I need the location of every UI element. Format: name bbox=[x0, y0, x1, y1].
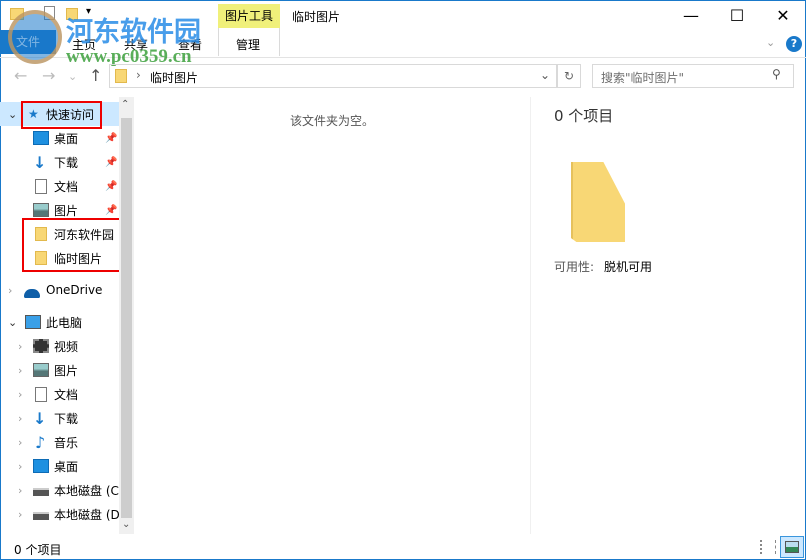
nav-label: 图片 bbox=[54, 203, 79, 218]
chevron-down-icon[interactable]: ⌄ bbox=[8, 316, 17, 329]
chevron-right-icon[interactable]: › bbox=[18, 412, 22, 425]
status-item-count: 0 个项目 bbox=[14, 543, 62, 557]
forward-button[interactable]: → bbox=[42, 66, 55, 85]
nav-item-downloads[interactable]: ↓ 下载 📌 bbox=[0, 150, 119, 174]
nav-label: 视频 bbox=[54, 339, 79, 354]
chevron-right-icon[interactable]: › bbox=[18, 388, 22, 401]
close-button[interactable]: ✕ bbox=[760, 0, 806, 30]
context-tab-picture-tools: 图片工具 bbox=[218, 4, 280, 28]
chevron-right-icon[interactable]: › bbox=[18, 340, 22, 353]
music-icon: ♪ bbox=[35, 432, 46, 452]
pin-icon: 📌 bbox=[105, 204, 118, 216]
maximize-button[interactable]: ☐ bbox=[714, 0, 760, 30]
folder-icon bbox=[115, 69, 127, 83]
scrollbar-thumb[interactable] bbox=[121, 118, 132, 518]
chevron-down-icon[interactable]: ⌄ bbox=[8, 108, 17, 121]
preview-divider bbox=[530, 97, 531, 534]
nav-label: 文档 bbox=[54, 179, 79, 194]
help-icon[interactable]: ? bbox=[786, 36, 802, 52]
availability-value: 脱机可用 bbox=[604, 260, 653, 274]
drive-icon bbox=[33, 512, 49, 520]
nav-item-desktop[interactable]: 桌面 📌 bbox=[0, 126, 119, 150]
nav-label: 图片 bbox=[54, 363, 79, 378]
document-icon bbox=[35, 178, 47, 194]
desktop-icon bbox=[33, 459, 49, 473]
empty-folder-message: 该文件夹为空。 bbox=[290, 114, 375, 128]
back-button[interactable]: ← bbox=[14, 66, 27, 85]
nav-pc-pictures[interactable]: › 图片 bbox=[0, 358, 119, 382]
pictures-icon bbox=[33, 363, 49, 377]
nav-pc-downloads[interactable]: › ↓ 下载 bbox=[0, 406, 119, 430]
recent-locations-dropdown[interactable]: ⌄ bbox=[68, 70, 77, 83]
nav-label: 本地磁盘 (D bbox=[54, 507, 119, 522]
expand-ribbon-icon[interactable]: ⌄ bbox=[766, 36, 775, 49]
download-icon: ↓ bbox=[33, 408, 47, 428]
nav-label: 下载 bbox=[54, 411, 79, 426]
nav-pc-drive-c[interactable]: › 本地磁盘 (C bbox=[0, 478, 119, 502]
nav-pc-drive-d[interactable]: › 本地磁盘 (D bbox=[0, 502, 119, 526]
nav-label: 桌面 bbox=[54, 131, 79, 146]
refresh-button[interactable]: ↻ bbox=[557, 64, 581, 88]
nav-label: 桌面 bbox=[54, 459, 79, 474]
pin-icon: 📌 bbox=[105, 180, 118, 192]
nav-label: 此电脑 bbox=[46, 315, 83, 330]
cloud-icon bbox=[24, 289, 40, 298]
details-view-button[interactable] bbox=[760, 540, 776, 554]
drive-icon bbox=[33, 488, 49, 496]
breadcrumb-separator[interactable]: › bbox=[136, 68, 141, 82]
scroll-down-icon[interactable]: ⌄ bbox=[122, 519, 130, 530]
computer-icon bbox=[25, 315, 41, 329]
nav-onedrive[interactable]: › OneDrive bbox=[0, 278, 119, 302]
nav-this-pc[interactable]: ⌄ 此电脑 bbox=[0, 310, 119, 334]
watermark-logo bbox=[8, 10, 62, 64]
nav-label: 本地磁盘 (C bbox=[54, 483, 119, 498]
chevron-right-icon[interactable]: › bbox=[18, 508, 22, 521]
minimize-button[interactable]: — bbox=[668, 0, 714, 30]
large-icons-view-button[interactable] bbox=[780, 536, 804, 558]
nav-label: 下载 bbox=[54, 155, 79, 170]
availability-label: 可用性: bbox=[554, 260, 595, 274]
chevron-right-icon[interactable]: › bbox=[18, 484, 22, 497]
pin-icon: 📌 bbox=[105, 156, 118, 168]
annotation-box-quick-access bbox=[21, 101, 102, 129]
nav-label: 文档 bbox=[54, 387, 79, 402]
search-input[interactable]: 搜索"临时图片" bbox=[592, 64, 794, 88]
tab-manage[interactable]: 管理 bbox=[236, 36, 260, 53]
watermark-name: 河东软件园 bbox=[66, 17, 201, 48]
annotation-box-folders bbox=[22, 218, 124, 272]
nav-label: OneDrive bbox=[46, 283, 103, 297]
preview-item-count: 0 个项目 bbox=[554, 107, 614, 125]
up-button[interactable]: ↑ bbox=[89, 66, 102, 85]
video-icon bbox=[33, 339, 49, 353]
address-dropdown-icon[interactable]: ⌄ bbox=[540, 68, 550, 82]
nav-pc-documents[interactable]: › 文档 bbox=[0, 382, 119, 406]
desktop-icon bbox=[33, 131, 49, 145]
navigation-pane: ⌄ ★ 快速访问 桌面 📌 ↓ 下载 📌 文档 📌 图片 📌 河东软件园 临时图片 › On… bbox=[0, 100, 120, 534]
pictures-icon bbox=[785, 541, 799, 553]
window-title: 临时图片 bbox=[292, 10, 341, 24]
download-icon: ↓ bbox=[33, 152, 47, 172]
address-bar[interactable]: › 临时图片 ⌄ bbox=[109, 64, 557, 88]
pictures-icon bbox=[33, 203, 49, 217]
search-icon: ⚲ bbox=[772, 67, 781, 81]
nav-pc-videos[interactable]: › 视频 bbox=[0, 334, 119, 358]
chevron-right-icon[interactable]: › bbox=[18, 364, 22, 377]
breadcrumb-item[interactable]: 临时图片 bbox=[150, 69, 198, 86]
scroll-up-icon[interactable]: ⌃ bbox=[121, 99, 129, 110]
nav-pc-music[interactable]: › ♪ 音乐 bbox=[0, 430, 119, 454]
chevron-right-icon[interactable]: › bbox=[18, 436, 22, 449]
document-icon bbox=[35, 386, 47, 402]
nav-label: 音乐 bbox=[54, 435, 79, 450]
pin-icon: 📌 bbox=[105, 132, 118, 144]
nav-item-documents[interactable]: 文档 📌 bbox=[0, 174, 119, 198]
nav-pc-desktop[interactable]: › 桌面 bbox=[0, 454, 119, 478]
chevron-right-icon[interactable]: › bbox=[8, 284, 12, 297]
chevron-right-icon[interactable]: › bbox=[18, 460, 22, 473]
